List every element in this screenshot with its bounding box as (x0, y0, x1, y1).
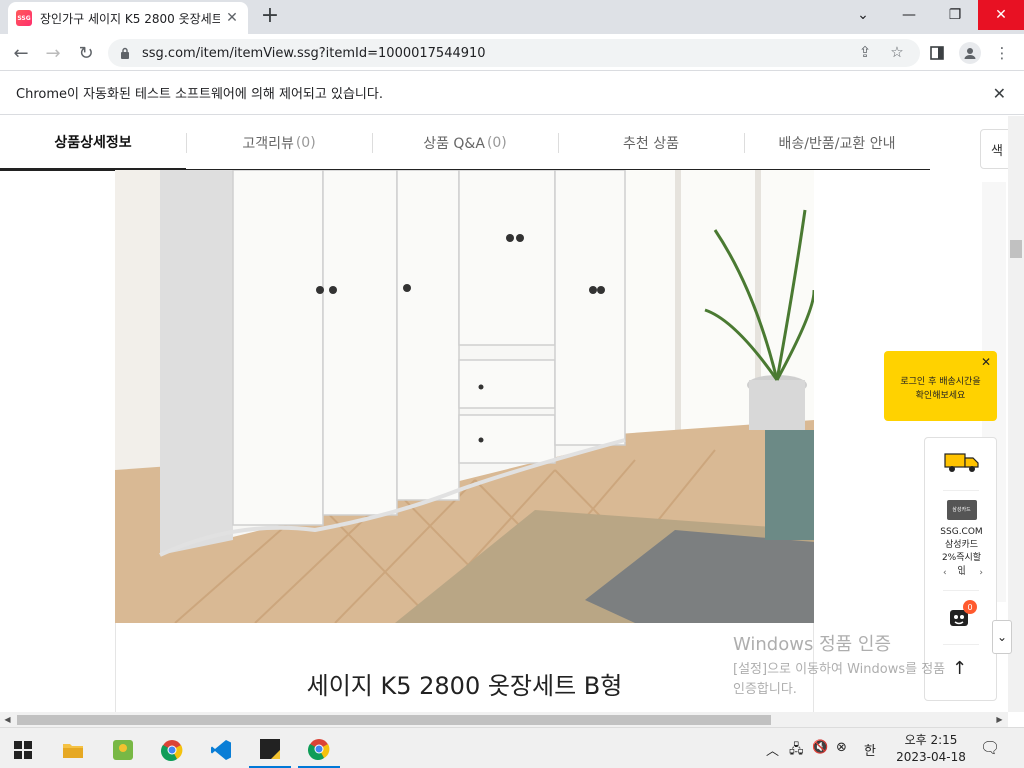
tab-divider (372, 133, 373, 153)
watermark-line2: [설정]으로 이동하여 Windows를 정품 (733, 662, 946, 677)
sticky-terminal-icon[interactable] (249, 732, 291, 768)
volume-muted-icon[interactable]: 🔇 (812, 740, 828, 755)
scroll-top-arrow-icon[interactable]: ↑ (952, 658, 967, 679)
address-bar[interactable]: ssg.com/item/itemView.ssg?itemId=1000017… (108, 39, 920, 67)
infobar-message: Chrome이 자동화된 테스트 소프트웨어에 의해 제어되고 있습니다. (16, 87, 383, 102)
page-scroll-thumb[interactable] (1010, 240, 1022, 258)
automation-infobar: Chrome이 자동화된 테스트 소프트웨어에 의해 제어되고 있습니다. ✕ (0, 71, 1024, 115)
tooltip-line2: 확인해보세요 (915, 391, 966, 401)
rail-divider (943, 590, 979, 591)
browser-tab[interactable]: SSG 장인가구 세이지 K5 2800 옷장세트 B형 ✕ (8, 2, 248, 34)
cart-button[interactable]: 0 (947, 600, 977, 632)
tooltip-close-icon[interactable]: ✕ (981, 355, 991, 369)
clock-time: 오후 2:15 (904, 733, 958, 747)
taskbar-clock[interactable]: 오후 2:15 2023-04-18 (890, 732, 972, 766)
rail-collapse-chevron-icon[interactable]: ⌄ (992, 620, 1012, 654)
vscode-icon[interactable] (200, 732, 242, 768)
start-windows-icon[interactable] (2, 732, 44, 768)
bookmark-star-icon[interactable]: ☆ (888, 43, 906, 61)
side-panel-icon[interactable] (927, 43, 947, 63)
chrome-active-icon[interactable] (298, 732, 340, 768)
file-explorer-icon[interactable] (52, 732, 94, 768)
watermark-title: Windows 정품 인증 (733, 634, 892, 655)
windows-activation-watermark: Windows 정품 인증 [설정]으로 이동하여 Windows를 정품 인증… (733, 630, 945, 700)
chevron-right-icon[interactable]: › (979, 568, 983, 578)
tab-title: 장인가구 세이지 K5 2800 옷장세트 B형 (40, 11, 220, 26)
cart-count-badge: 0 (963, 600, 977, 614)
horizontal-scroll-thumb[interactable] (17, 715, 771, 725)
scroll-left-arrow-icon[interactable]: ◀ (0, 712, 15, 727)
tab-count: (0) (486, 135, 507, 151)
tab-label: 추천 상품 (623, 136, 679, 152)
promo-line1: SSG.COM (940, 527, 983, 537)
watermark-line3: 인증합니다. (733, 682, 797, 697)
profile-avatar-icon[interactable] (959, 42, 981, 64)
product-image (115, 170, 814, 623)
ime-indicator[interactable]: 한 (864, 740, 876, 759)
tab-qna[interactable]: 상품 Q&A (0) (372, 116, 558, 170)
windows-taskbar: ︿ 🖧 🔇 ⊗ 한 오후 2:15 2023-04-18 🗨 (0, 727, 1024, 768)
delivery-time-tooltip: ✕ 로그인 후 배송시간을 확인해보세요 (884, 351, 997, 421)
browser-tabstrip: SSG 장인가구 세이지 K5 2800 옷장세트 B형 ✕ + ⌄ — ❐ ✕ (0, 0, 1024, 34)
minimize-button[interactable]: — (886, 0, 932, 30)
credit-card-icon: 삼성카드 (946, 500, 977, 520)
ssg-favicon-icon: SSG (16, 10, 32, 26)
mic-off-icon[interactable]: ⊗ (836, 740, 847, 755)
tab-recommended[interactable]: 추천 상품 (558, 116, 744, 170)
promo-pager: ‹ ll › (943, 568, 983, 578)
pause-icon[interactable]: ll (960, 568, 965, 578)
page-content: 상품상세정보 고객리뷰 (0) 상품 Q&A (0) 추천 상품 배송/반품/교환 … (0, 116, 1008, 712)
new-tab-button[interactable]: + (258, 5, 282, 29)
delivery-truck-icon[interactable] (944, 450, 980, 478)
rail-divider (943, 490, 979, 491)
chevron-left-icon[interactable]: ‹ (943, 568, 947, 578)
chrome-icon[interactable] (151, 732, 193, 768)
reload-icon[interactable]: ↻ (73, 40, 99, 66)
tab-label: 고객리뷰 (242, 136, 294, 152)
tooltip-line1: 로그인 후 배송시간을 (900, 377, 981, 387)
tab-shipping-info[interactable]: 배송/반품/교환 안내 (744, 116, 930, 170)
maps-app-icon[interactable] (102, 732, 144, 768)
tab-label: 상품상세정보 (54, 135, 132, 151)
window-close-button[interactable]: ✕ (978, 0, 1024, 30)
notification-center-icon[interactable]: 🗨 (980, 738, 1000, 757)
tab-count: (0) (295, 135, 316, 151)
tab-close-icon[interactable]: ✕ (224, 10, 240, 26)
tab-divider (558, 133, 559, 153)
share-icon[interactable]: ⇪ (856, 43, 874, 61)
samsung-card-promo[interactable]: 삼성카드 SSG.COM 삼성카드 2%즉시할인 (939, 500, 984, 578)
clock-date: 2023-04-18 (896, 750, 966, 764)
tab-divider (186, 133, 187, 153)
infobar-close-icon[interactable]: ✕ (993, 84, 1006, 103)
menu-kebab-icon[interactable]: ⋮ (992, 43, 1012, 63)
tab-search-chevron-icon[interactable]: ⌄ (840, 0, 886, 30)
tab-reviews[interactable]: 고객리뷰 (0) (186, 116, 372, 170)
rail-divider (943, 644, 979, 645)
product-name: 세이지 K5 2800 옷장세트 B형 (306, 672, 623, 700)
back-arrow-icon[interactable]: ← (8, 40, 34, 66)
product-tabs: 상품상세정보 고객리뷰 (0) 상품 Q&A (0) 추천 상품 배송/반품/교환 … (0, 116, 930, 171)
tab-product-detail[interactable]: 상품상세정보 (0, 116, 186, 171)
network-icon[interactable]: 🖧 (789, 740, 804, 762)
url-text: ssg.com/item/itemView.ssg?itemId=1000017… (142, 45, 486, 61)
promo-line2: 삼성카드 (944, 540, 979, 550)
tab-divider (744, 133, 745, 153)
restore-button[interactable]: ❐ (932, 0, 978, 30)
tab-label: 배송/반품/교환 안내 (778, 136, 896, 152)
lock-icon (120, 47, 132, 59)
tab-label: 상품 Q&A (423, 136, 485, 152)
forward-arrow-icon[interactable]: → (40, 40, 66, 66)
scroll-right-arrow-icon[interactable]: ▶ (992, 712, 1007, 727)
tray-chevron-up-icon[interactable]: ︿ (766, 740, 779, 759)
search-input-stub[interactable]: 색 (980, 129, 1008, 169)
browser-toolbar: ← → ↻ ssg.com/item/itemView.ssg?itemId=1… (0, 34, 1024, 71)
